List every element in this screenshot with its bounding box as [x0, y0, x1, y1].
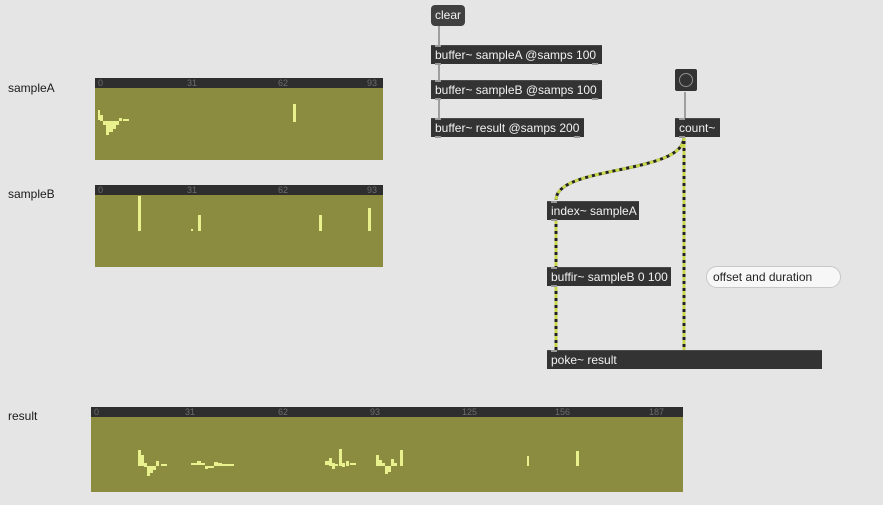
outlet[interactable] — [679, 136, 685, 138]
object-text: buffer~ sampleB @samps 100 — [435, 83, 597, 97]
count-object[interactable]: count~ — [675, 118, 720, 138]
outlet[interactable] — [574, 136, 580, 138]
toggle-button[interactable] — [675, 69, 697, 91]
buffer-sampleA-object[interactable]: buffer~ sampleA @samps 100 — [431, 45, 602, 65]
poke-object[interactable]: poke~ result — [547, 350, 822, 369]
patch-cords — [438, 26, 686, 350]
object-text: index~ sampleA — [551, 204, 637, 218]
inlet[interactable] — [551, 267, 557, 269]
inlet[interactable] — [435, 45, 441, 47]
object-text: buffer~ sampleA @samps 100 — [435, 48, 597, 62]
cord-count-to-index[interactable] — [554, 136, 686, 201]
object-text: poke~ result — [551, 353, 617, 367]
clear-label: clear — [435, 8, 462, 22]
buffir-object[interactable]: buffir~ sampleB 0 100 — [547, 267, 671, 287]
inlet[interactable] — [551, 201, 557, 203]
buffer-result-object[interactable]: buffer~ result @samps 200 — [431, 118, 584, 138]
inlet[interactable] — [679, 118, 685, 120]
outlet[interactable] — [435, 63, 441, 65]
outlet[interactable] — [592, 98, 598, 100]
toggle-circle-icon — [679, 73, 693, 87]
object-text: buffir~ sampleB 0 100 — [551, 270, 668, 284]
object-text: count~ — [679, 121, 716, 135]
inlet[interactable] — [435, 80, 441, 82]
outlet[interactable] — [551, 219, 557, 221]
inlet[interactable] — [435, 118, 441, 120]
outlet[interactable] — [551, 285, 557, 287]
outlet[interactable] — [435, 136, 441, 138]
comment-offset-duration: offset and duration — [706, 266, 841, 288]
buffer-sampleB-object[interactable]: buffer~ sampleB @samps 100 — [431, 80, 602, 100]
outlet[interactable] — [592, 63, 598, 65]
clear-message-button[interactable]: clear — [431, 5, 466, 26]
object-text: buffer~ result @samps 200 — [435, 121, 580, 135]
index-object[interactable]: index~ sampleA — [547, 201, 639, 221]
inlet[interactable] — [551, 350, 557, 352]
outlet[interactable] — [435, 98, 441, 100]
